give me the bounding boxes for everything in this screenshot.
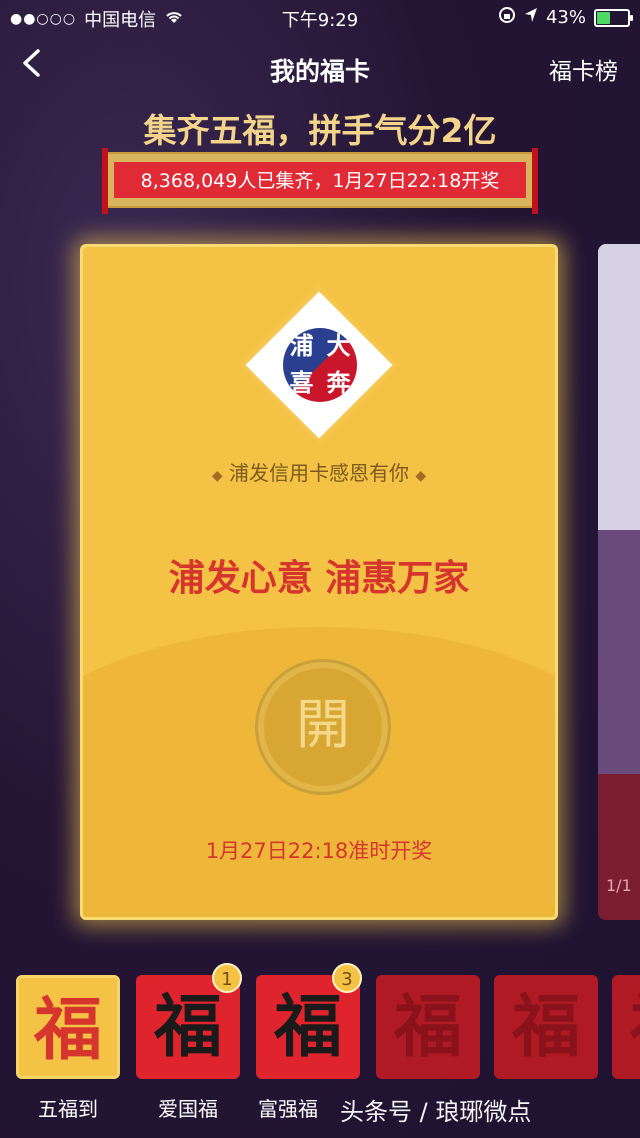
open-button[interactable]: 開 (255, 659, 391, 795)
fu-card-wufudao[interactable]: 福 (16, 975, 120, 1079)
diamond-bullet-icon: ◆ (211, 468, 223, 484)
card-slogan: 浦发心意 浦惠万家 (168, 558, 470, 599)
card-subtitle-text: 浦发信用卡感恩有你 (229, 461, 409, 485)
fu-card-youshan[interactable]: 福 (494, 975, 598, 1079)
fu-label: 富强福 (258, 1097, 318, 1121)
headline: 集齐五福，拼手气分2亿 (143, 111, 497, 150)
location-icon (524, 7, 538, 28)
fu-glyph: 福 (33, 990, 102, 1070)
fu-glyph: 福 (393, 987, 462, 1067)
collection-banner-text: 8,368,049人已集齐，1月27日22:18开奖 (114, 162, 526, 198)
fu-card-aiguo[interactable]: 福 1 (136, 963, 242, 1079)
fu-card-hexie[interactable]: 福 (376, 975, 480, 1079)
count-badge: 3 (332, 963, 362, 993)
fu-card[interactable]: 浦 大 喜 奔 ◆ 浦发信用卡感恩有你 ◆ 浦发心意 浦惠万家 開 1月27日2… (80, 244, 558, 920)
fu-label: 爱国福 (158, 1097, 218, 1121)
nav-bar: 我的福卡 福卡榜 (0, 40, 640, 90)
battery-percent: 43% (545, 7, 586, 28)
fu-glyph: 福 (612, 975, 640, 1079)
collection-banner: 8,368,049人已集齐，1月27日22:18开奖 (102, 148, 538, 214)
page-title: 我的福卡 (269, 57, 370, 86)
card-subtitle: ◆ 浦发信用卡感恩有你 ◆ (83, 457, 555, 486)
rotation-lock-icon (498, 6, 516, 29)
page-indicator: 1/1 (606, 876, 632, 895)
fuka-ranking-link[interactable]: 福卡榜 (549, 52, 618, 86)
battery-icon (594, 8, 633, 27)
count-badge: 1 (212, 963, 242, 993)
fu-card-fuqiang[interactable]: 福 3 (256, 963, 362, 1079)
spdb-logo: 浦 大 喜 奔 (283, 328, 357, 402)
diamond-bullet-icon: ◆ (415, 468, 427, 484)
next-card-peek[interactable]: 1/1 (598, 244, 640, 920)
status-bar: ●●○○○ 中国电信 下午9:29 43% (0, 0, 640, 34)
watermark-text: 头条号 / 琅琊微点 (340, 1098, 532, 1126)
draw-time: 1月27日22:18准时开奖 (205, 839, 433, 863)
fu-glyph: 福 (511, 987, 580, 1067)
fu-label: 五福到 (38, 1097, 98, 1121)
fu-card-jingye[interactable]: 福 (612, 975, 640, 1079)
